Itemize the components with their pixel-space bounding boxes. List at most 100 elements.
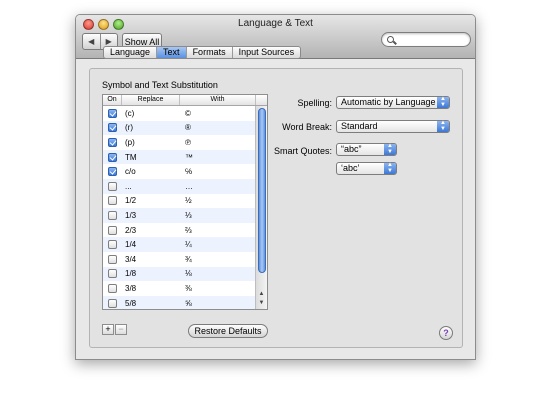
window-title: Language & Text [238,18,313,29]
cell-with: ⅓ [185,210,192,220]
cell-on [103,152,122,162]
table-row[interactable]: 1/8 ⅛ [103,266,256,282]
cell-replace: TM [125,152,137,162]
table-header: On Replace With [103,95,267,106]
cell-on [103,225,122,235]
double-quotes-popup[interactable]: “abc” ▲ ▼ [336,143,397,156]
remove-substitution-button[interactable]: − [115,324,127,335]
enabled-checkbox[interactable] [108,225,117,235]
tab-language[interactable]: Language [104,47,158,58]
enabled-checkbox[interactable] [108,108,117,118]
table-row[interactable]: (r) ® [103,120,256,136]
table-row[interactable]: (c) © [103,106,256,121]
popup-arrows-icon: ▲ ▼ [384,143,396,155]
add-substitution-button[interactable]: + [102,324,114,335]
cell-with: © [185,108,191,118]
table-row[interactable]: 1/3 ⅓ [103,208,256,223]
restore-defaults-button[interactable]: Restore Defaults [188,324,268,338]
enabled-checkbox[interactable] [108,196,117,206]
enabled-checkbox[interactable] [108,240,117,250]
cell-with: ½ [185,196,192,206]
cell-on [103,123,122,133]
enabled-checkbox[interactable] [108,210,117,220]
enabled-checkbox[interactable] [108,283,117,293]
popup-arrows-icon: ▲ ▼ [437,96,449,108]
cell-on [103,167,122,177]
popup-arrows-icon: ▲ ▼ [437,120,449,132]
cell-replace: c/o [125,167,136,177]
cell-on [103,283,122,293]
back-arrow-icon[interactable]: ◀ [83,34,101,49]
cell-on [103,108,122,118]
scroll-down-arrow-icon[interactable]: ▼ [256,299,267,308]
search-field[interactable] [381,32,471,47]
table-row[interactable]: 2/3 ⅔ [103,223,256,238]
spelling-value: Automatic by Language [341,97,436,107]
table-row[interactable]: (p) ℗ [103,135,256,150]
table-row[interactable]: 1/4 ¼ [103,237,256,252]
cell-on [103,137,122,147]
cell-with: … [185,181,193,191]
table-row[interactable]: ...… [103,178,256,194]
tab-input-sources[interactable]: Input Sources [233,47,301,58]
cell-replace: 1/2 [125,196,137,206]
word-break-popup[interactable]: Standard ▲ ▼ [336,120,450,133]
double-quotes-value: “abc” [341,144,362,154]
table-row[interactable]: 5/8 ⅝ [103,295,256,309]
table-row[interactable]: 3/4 ¾ [103,252,256,267]
enabled-checkbox[interactable] [108,137,117,147]
cell-replace: 3/4 [125,254,137,264]
cell-with: ⅛ [185,269,192,279]
cell-replace: (p) [125,137,135,147]
search-icon [387,36,394,43]
cell-on [103,254,122,264]
cell-with: ⅝ [185,298,192,308]
enabled-checkbox[interactable] [108,152,117,162]
single-quotes-popup[interactable]: ‘abc’ ▲ ▼ [336,162,397,175]
cell-replace: 1/3 [125,210,137,220]
table-body: (c) © (r) ® (p) ℗ TM ™ c/o ℅... … 1/2 ½ 1/3 ⅓ 2/3 ⅔ 1/4 ¼ 3… [103,106,256,309]
cell-replace: 5/8 [125,298,137,308]
cell-on [103,298,122,308]
popup-arrows-icon: ▲ ▼ [384,162,396,174]
enabled-checkbox[interactable] [108,181,117,191]
scroll-thumb[interactable] [258,108,266,273]
cell-with: ® [185,123,191,133]
cell-replace: (c) [125,108,135,118]
help-button[interactable]: ? [439,326,453,340]
column-header-replace[interactable]: Replace [122,95,180,105]
cell-with: ™ [185,152,193,162]
substitution-table: On Replace With (c) © (r) ® (p) ℗ TM ™ c/o ℅... … 1… [102,94,268,310]
enabled-checkbox[interactable] [108,167,117,177]
tab-bar: Language Text Formats Input Sources [103,46,302,59]
section-title: Symbol and Text Substitution [102,80,218,90]
cell-with: ¾ [185,254,192,264]
cell-with: ⅔ [185,225,192,235]
tab-text[interactable]: Text [157,47,187,58]
enabled-checkbox[interactable] [108,254,117,264]
cell-on [103,269,122,279]
column-header-on[interactable]: On [103,95,122,105]
cell-on [103,210,122,220]
table-row[interactable]: 3/8 ⅜ [103,281,256,296]
cell-with: ℗ [185,137,191,147]
word-break-value: Standard [341,121,378,131]
enabled-checkbox[interactable] [108,123,117,133]
scroll-up-arrow-icon[interactable]: ▲ [256,290,267,299]
table-row[interactable]: c/o ℅ [103,164,256,179]
cell-replace: 1/8 [125,269,137,279]
cell-with: ⅜ [185,283,192,293]
tab-formats[interactable]: Formats [187,47,233,58]
enabled-checkbox[interactable] [108,269,117,279]
smart-quotes-label: Smart Quotes: [273,146,332,156]
table-row[interactable]: 1/2 ½ [103,194,256,209]
enabled-checkbox[interactable] [108,298,117,308]
spelling-popup[interactable]: Automatic by Language ▲ ▼ [336,96,450,109]
column-header-with[interactable]: With [180,95,256,105]
cell-with: ℅ [185,167,193,177]
single-quotes-value: ‘abc’ [341,163,360,173]
spelling-label: Spelling: [297,98,332,108]
vertical-scrollbar[interactable]: ▲ ▼ [255,106,267,309]
cell-replace: 1/4 [125,240,137,250]
table-row[interactable]: TM ™ [103,149,256,165]
